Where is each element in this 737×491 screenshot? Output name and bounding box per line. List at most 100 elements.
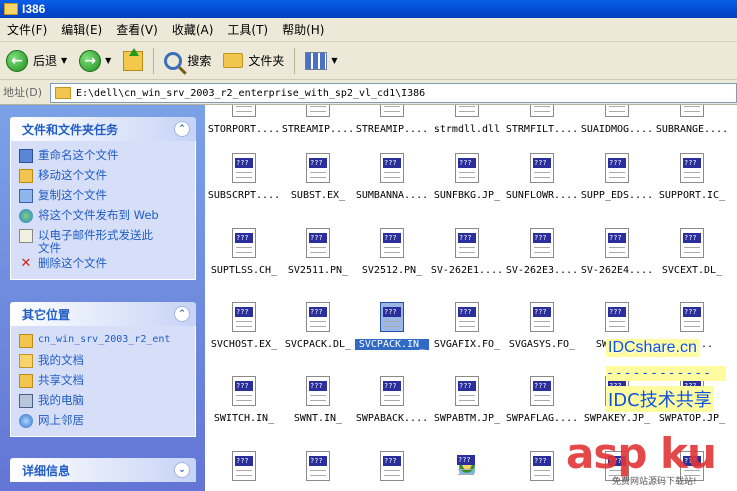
file-name: SV-262E4.... — [580, 265, 654, 276]
folder-up-icon — [123, 47, 144, 71]
folders-button[interactable]: 文件夹 — [217, 45, 290, 77]
file-item[interactable]: SV-262E4.... — [580, 228, 654, 288]
menu-view[interactable]: 查看(V) — [109, 21, 165, 38]
dropdown-arrow-icon[interactable]: ▼ — [105, 56, 111, 65]
place-my-documents[interactable]: 我的文档 — [19, 352, 187, 372]
file-item[interactable] — [355, 451, 429, 491]
dropdown-arrow-icon[interactable]: ▼ — [61, 56, 67, 65]
file-item[interactable] — [281, 451, 355, 491]
document-icon — [605, 153, 629, 183]
toolbar: ← 后退 ▼ → ▼ 搜索 文件夹 ▼ — [0, 42, 737, 80]
file-item[interactable]: STREAMIP.... — [355, 105, 429, 147]
file-item[interactable]: SWPAFLAG.... — [505, 376, 579, 436]
watermark-logo: asp ku — [566, 429, 717, 478]
forward-arrow-icon: → — [79, 49, 102, 72]
file-item[interactable]: SUBST.EX_ — [281, 153, 355, 213]
search-label: 搜索 — [187, 54, 212, 68]
task-email[interactable]: 以电子邮件形式发送此文件 — [19, 227, 187, 255]
menu-edit[interactable]: 编辑(E) — [54, 21, 109, 38]
file-item[interactable]: SWPABACK.... — [355, 376, 429, 436]
file-item[interactable]: STREAMIP.... — [281, 105, 355, 147]
other-places-panel: 其它位置 ⌃ cn_win_srv_2003_r2_ent 我的文档 共享文档 … — [10, 302, 196, 437]
file-item[interactable]: SVCHOST.EX_ — [207, 302, 281, 362]
task-copy[interactable]: 复制这个文件 — [19, 187, 187, 207]
back-button[interactable]: ← 后退 ▼ — [0, 45, 73, 77]
panel-header[interactable]: 其它位置 ⌃ — [10, 302, 196, 326]
file-item[interactable]: SUAIDMOG.... — [580, 105, 654, 147]
document-icon — [530, 451, 554, 481]
file-item[interactable]: STRMFILT.... — [505, 105, 579, 147]
file-name: SUBSCRPT.... — [207, 190, 281, 201]
menu-tools[interactable]: 工具(T) — [220, 21, 275, 38]
file-item[interactable]: SWPABTM.JP_ — [430, 376, 504, 436]
watermark-text: IDCshare.cn — [606, 339, 699, 357]
file-item[interactable]: STORPORT.... — [207, 105, 281, 147]
title-bar: I386 — [0, 0, 737, 18]
place-label: 我的电脑 — [38, 393, 84, 407]
views-button[interactable]: ▼ — [299, 45, 343, 77]
place-parent-folder[interactable]: cn_win_srv_2003_r2_ent — [19, 332, 187, 352]
task-publish-web[interactable]: 将这个文件发布到 Web — [19, 207, 187, 227]
file-item[interactable]: SUNFBKG.JP_ — [430, 153, 504, 213]
file-item[interactable]: SUBSCRPT.... — [207, 153, 281, 213]
document-icon — [306, 302, 330, 332]
file-item[interactable]: SV2511.PN_ — [281, 228, 355, 288]
panel-header[interactable]: 文件和文件夹任务 ⌃ — [10, 117, 196, 141]
task-label: 以电子邮件形式发送此文件 — [38, 228, 153, 256]
task-rename[interactable]: 重命名这个文件 — [19, 147, 187, 167]
file-item[interactable]: SVCPACK.IN_ — [355, 302, 429, 362]
up-button[interactable] — [117, 45, 149, 77]
file-item[interactable]: SUPPORT.IC_ — [655, 153, 729, 213]
shared-folder-icon — [19, 374, 33, 388]
search-button[interactable]: 搜索 — [158, 45, 217, 77]
watermark-dashes: ------------ — [606, 366, 726, 381]
panel-header[interactable]: 详细信息 ⌄ — [10, 458, 196, 482]
address-input[interactable]: E:\dell\cn_win_srv_2003_r2_enterprise_wi… — [50, 83, 737, 103]
file-item[interactable] — [207, 451, 281, 491]
dropdown-arrow-icon[interactable]: ▼ — [331, 56, 337, 65]
menu-help[interactable]: 帮助(H) — [275, 21, 331, 38]
forward-button[interactable]: → ▼ — [73, 45, 117, 77]
file-item[interactable] — [430, 451, 504, 491]
file-item[interactable]: SUMBANNA.... — [355, 153, 429, 213]
file-item[interactable]: SVGASYS.FO_ — [505, 302, 579, 362]
collapse-icon[interactable]: ⌃ — [174, 306, 190, 322]
place-shared-documents[interactable]: 共享文档 — [19, 372, 187, 392]
document-icon — [232, 302, 256, 332]
task-delete[interactable]: ✕ 删除这个文件 — [19, 255, 187, 275]
file-item[interactable]: SUNFLOWR.... — [505, 153, 579, 213]
file-name: SUPPORT.IC_ — [658, 190, 726, 201]
document-icon — [530, 105, 554, 117]
file-item[interactable]: SWITCH.IN_ — [207, 376, 281, 436]
file-item[interactable]: SUPTLSS.CH_ — [207, 228, 281, 288]
document-icon — [380, 153, 404, 183]
file-item[interactable]: SVCPACK.DL_ — [281, 302, 355, 362]
collapse-icon[interactable]: ⌃ — [174, 121, 190, 137]
file-item[interactable]: SV-262E3.... — [505, 228, 579, 288]
place-my-computer[interactable]: 我的电脑 — [19, 392, 187, 412]
file-name: SWNT.IN_ — [293, 413, 343, 424]
file-item[interactable]: SWNT.IN_ — [281, 376, 355, 436]
task-move[interactable]: 移动这个文件 — [19, 167, 187, 187]
file-item[interactable]: SVGAFIX.FO_ — [430, 302, 504, 362]
place-label: cn_win_srv_2003_r2_ent — [38, 334, 171, 345]
document-icon — [306, 451, 330, 481]
file-name: SUNFLOWR.... — [505, 190, 579, 201]
file-item[interactable]: SV-262E1.... — [430, 228, 504, 288]
file-item[interactable]: SVCEXT.DL_ — [655, 228, 729, 288]
file-item[interactable]: SUPP_EDS.... — [580, 153, 654, 213]
document-icon — [455, 228, 479, 258]
menu-file[interactable]: 文件(F) — [0, 21, 54, 38]
file-name: SV2511.PN_ — [287, 265, 349, 276]
file-item[interactable]: SUBRANGE.... — [655, 105, 729, 147]
file-tasks-panel: 文件和文件夹任务 ⌃ 重命名这个文件 移动这个文件 复制这个文件 将这个文件发布… — [10, 117, 196, 281]
computer-icon — [19, 394, 33, 408]
menu-favorites[interactable]: 收藏(A) — [165, 21, 221, 38]
file-name: STREAMIP.... — [281, 124, 355, 135]
expand-icon[interactable]: ⌄ — [174, 462, 190, 478]
file-item[interactable]: strmdll.dll — [430, 105, 504, 147]
place-network[interactable]: 网上邻居 — [19, 412, 187, 432]
file-item[interactable]: SV2512.PN_ — [355, 228, 429, 288]
document-icon — [380, 228, 404, 258]
file-name: SVGASYS.FO_ — [508, 339, 576, 350]
